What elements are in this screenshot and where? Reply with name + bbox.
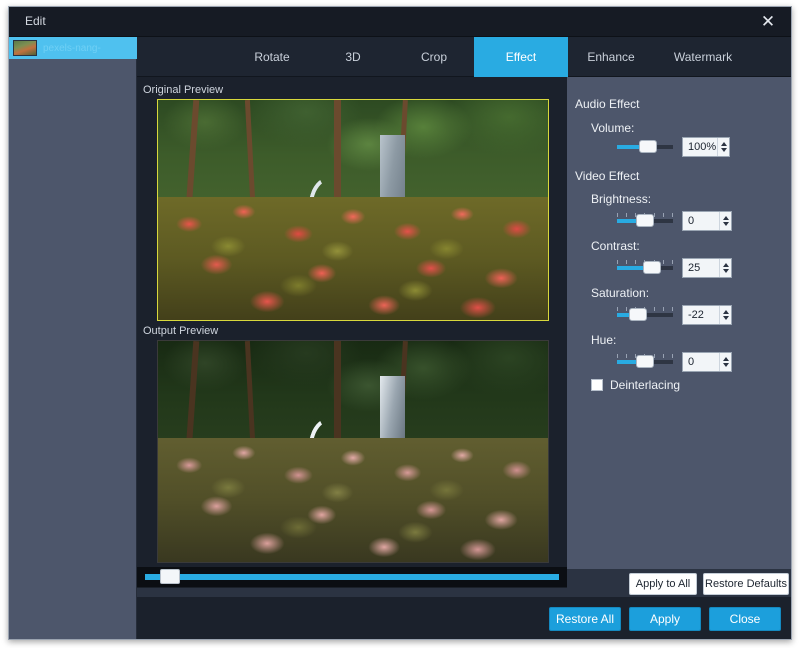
- brightness-value: 0: [688, 215, 695, 227]
- original-preview-frame[interactable]: [157, 99, 549, 321]
- hue-slider[interactable]: [617, 354, 673, 368]
- flower-bed: [158, 438, 548, 562]
- saturation-thumb[interactable]: [629, 308, 647, 321]
- contrast-stepper[interactable]: [719, 259, 731, 277]
- flower-bed: [158, 196, 548, 320]
- tab-effect[interactable]: Effect: [474, 37, 568, 77]
- saturation-value: -22: [688, 309, 704, 321]
- volume-slider[interactable]: [617, 139, 673, 153]
- volume-label: Volume:: [591, 121, 635, 135]
- sidebar-item-clip[interactable]: pexels-nang-: [9, 37, 137, 59]
- window-title: Edit: [25, 14, 46, 28]
- video-effect-heading: Video Effect: [575, 169, 640, 183]
- deinterlacing-label: Deinterlacing: [610, 378, 681, 392]
- tab-crop[interactable]: Crop: [395, 37, 473, 77]
- brightness-slider[interactable]: [617, 213, 673, 227]
- audio-effect-heading: Audio Effect: [575, 97, 640, 111]
- output-preview-frame[interactable]: [157, 340, 549, 563]
- contrast-input[interactable]: 25: [682, 258, 732, 278]
- original-preview-label: Original Preview: [143, 84, 224, 96]
- brightness-stepper[interactable]: [719, 212, 731, 230]
- dialog-footer: Restore All Apply Close: [137, 597, 791, 639]
- original-preview-image: [158, 100, 548, 320]
- contrast-label: Contrast:: [591, 239, 640, 253]
- hue-thumb[interactable]: [636, 355, 654, 368]
- tab-3d[interactable]: 3D: [315, 37, 391, 77]
- contrast-thumb[interactable]: [643, 261, 661, 274]
- output-preview-image: [158, 341, 548, 562]
- seek-bar-area: [137, 567, 567, 587]
- contrast-value: 25: [688, 262, 701, 274]
- hue-input[interactable]: 0: [682, 352, 732, 372]
- apply-button[interactable]: Apply: [629, 607, 701, 631]
- video-thumbnail-icon: [13, 40, 37, 56]
- deinterlacing-checkbox[interactable]: [591, 379, 603, 391]
- hue-label: Hue:: [591, 333, 617, 347]
- tab-enhance[interactable]: Enhance: [570, 37, 652, 77]
- brightness-thumb[interactable]: [636, 214, 654, 227]
- brightness-label: Brightness:: [591, 192, 652, 206]
- saturation-slider[interactable]: [617, 307, 673, 321]
- preview-area: Original Preview Output Preview: [137, 77, 567, 621]
- saturation-label: Saturation:: [591, 286, 650, 300]
- tab-bar: Rotate 3D Crop Effect Enhance Watermark: [137, 37, 791, 77]
- brightness-input[interactable]: 0: [682, 211, 732, 231]
- title-bar: Edit ✕: [9, 7, 791, 37]
- media-sidebar: pexels-nang-: [9, 37, 137, 639]
- tab-watermark[interactable]: Watermark: [654, 37, 752, 77]
- deinterlacing-checkbox-row[interactable]: Deinterlacing: [591, 378, 680, 392]
- effect-settings-panel: Audio Effect Volume: 100% Video Effect B…: [567, 77, 791, 595]
- close-icon[interactable]: ✕: [751, 10, 785, 34]
- volume-input[interactable]: 100%: [682, 137, 730, 157]
- output-preview-label: Output Preview: [143, 325, 219, 337]
- restore-defaults-button[interactable]: Restore Defaults: [703, 573, 789, 595]
- volume-value: 100%: [688, 141, 717, 153]
- close-button[interactable]: Close: [709, 607, 781, 631]
- seek-thumb[interactable]: [160, 569, 180, 584]
- hue-value: 0: [688, 356, 695, 368]
- volume-stepper[interactable]: [717, 138, 729, 156]
- saturation-stepper[interactable]: [719, 306, 731, 324]
- contrast-slider[interactable]: [617, 260, 673, 274]
- sidebar-item-label: pexels-nang-: [43, 42, 101, 54]
- seek-track[interactable]: [145, 574, 559, 580]
- hue-stepper[interactable]: [719, 353, 731, 371]
- restore-all-button[interactable]: Restore All: [549, 607, 621, 631]
- apply-to-all-button[interactable]: Apply to All: [629, 573, 697, 595]
- edit-dialog: Edit ✕ pexels-nang- Rotate 3D Crop Effec…: [8, 6, 792, 640]
- volume-thumb[interactable]: [639, 140, 657, 153]
- saturation-input[interactable]: -22: [682, 305, 732, 325]
- tab-rotate[interactable]: Rotate: [232, 37, 312, 77]
